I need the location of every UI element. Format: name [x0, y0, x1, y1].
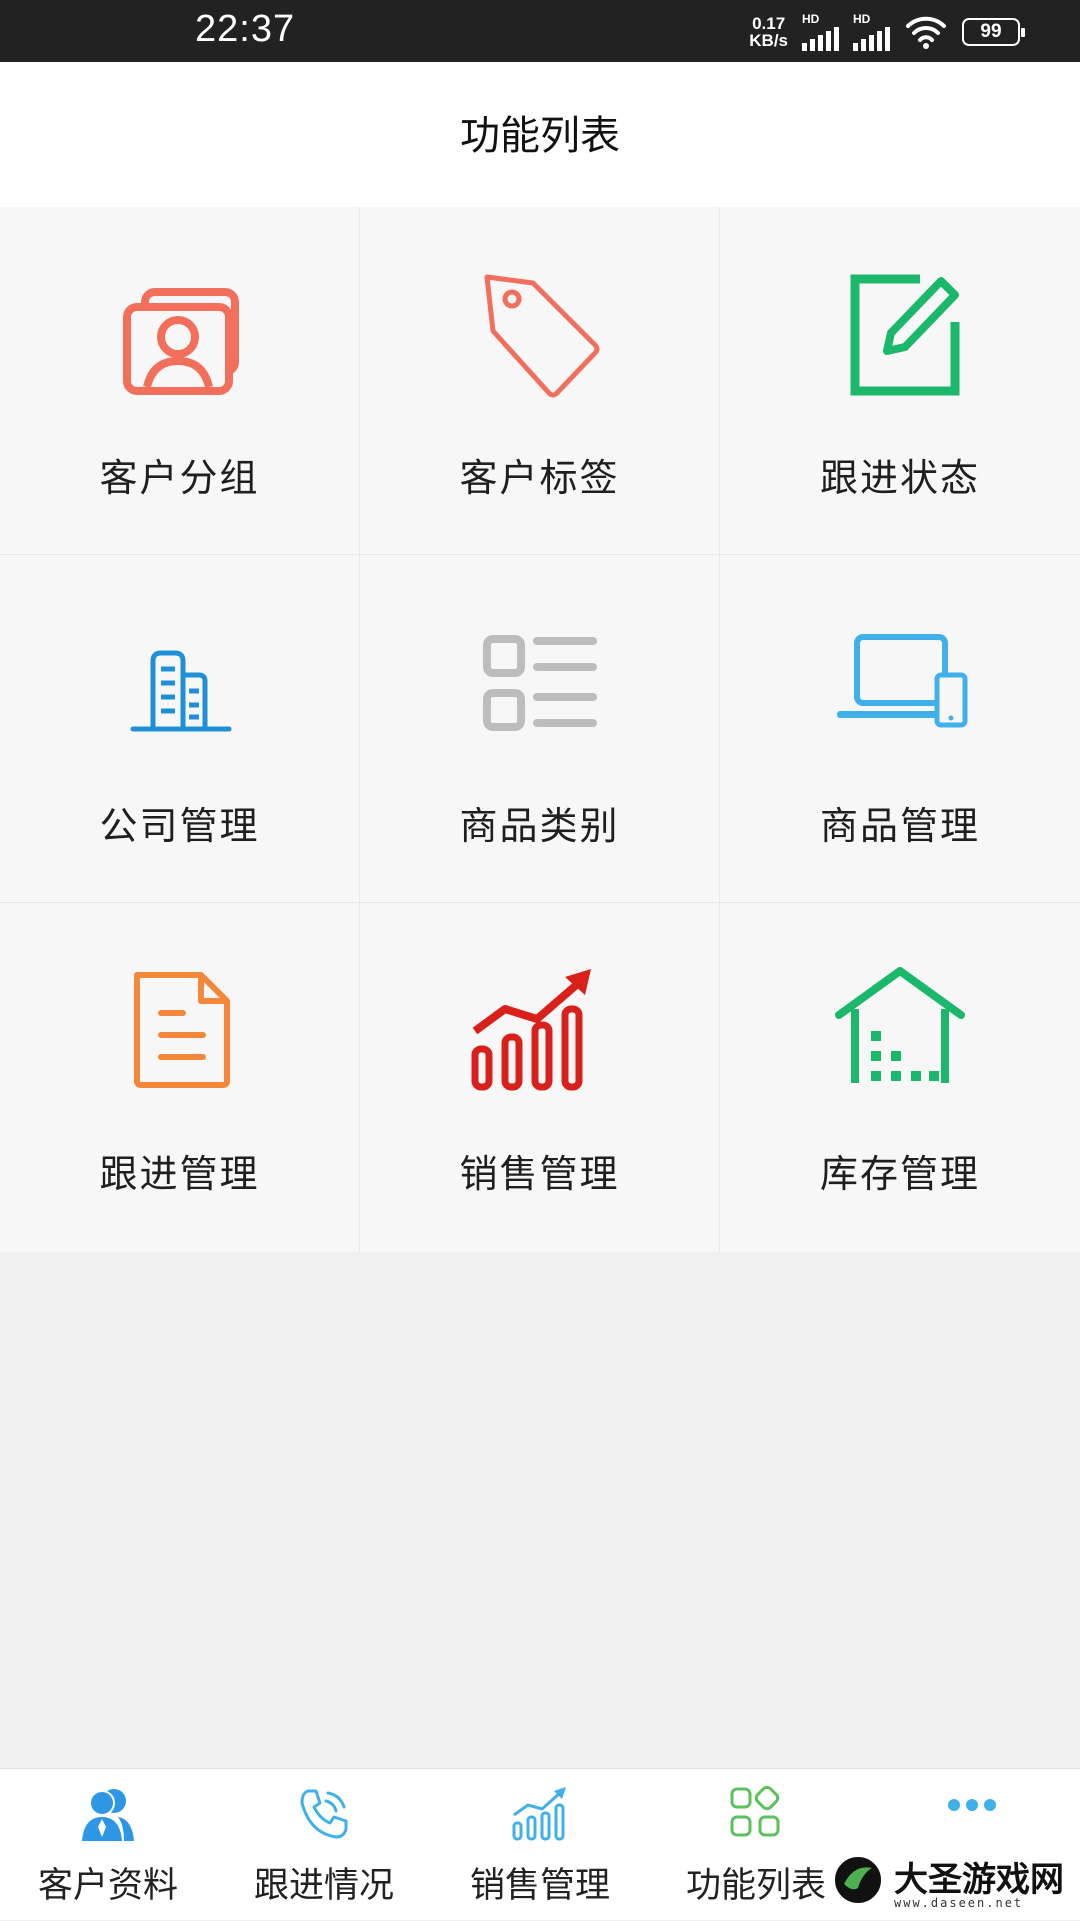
function-label: 销售管理	[459, 1152, 620, 1196]
function-label: 跟进管理	[99, 1152, 260, 1196]
function-label: 商品管理	[819, 804, 980, 848]
bar-chart-icon	[512, 1787, 566, 1841]
document-icon	[105, 953, 255, 1103]
watermark-logo-icon	[833, 1855, 883, 1905]
function-label: 库存管理	[819, 1152, 980, 1196]
function-company-management[interactable]: 公司管理	[0, 555, 360, 903]
function-product-management[interactable]: 商品管理	[720, 555, 1080, 903]
function-follow-status[interactable]: 跟进状态	[720, 207, 1080, 555]
phone-icon	[300, 1789, 348, 1839]
status-bar: 22:37 0.17 KB/s HD HD 99	[0, 0, 1080, 62]
header: 功能列表	[0, 62, 1080, 207]
edit-icon	[825, 257, 975, 407]
status-time: 22:37	[195, 8, 296, 50]
function-customer-tag[interactable]: 客户标签	[360, 207, 720, 555]
watermark: 大圣游戏网 www.daseen.net	[832, 1852, 1072, 1912]
tab-follow-up[interactable]: 跟进情况	[216, 1769, 432, 1921]
function-label: 跟进状态	[819, 456, 980, 500]
tab-sales-management[interactable]: 销售管理	[432, 1769, 648, 1921]
tag-icon	[465, 257, 615, 407]
function-product-category[interactable]: 商品类别	[360, 555, 720, 903]
function-follow-management[interactable]: 跟进管理	[0, 903, 360, 1252]
function-customer-group[interactable]: 客户分组	[0, 207, 360, 555]
list-icon	[465, 605, 615, 755]
network-speed: 0.17 KB/s	[749, 14, 788, 50]
building-icon	[105, 605, 255, 755]
wifi-icon	[906, 16, 946, 49]
tab-label: 跟进情况	[253, 1866, 394, 1906]
laptop-icon	[825, 605, 975, 755]
function-sales-management[interactable]: 销售管理	[360, 903, 720, 1252]
grid-icon	[730, 1785, 780, 1837]
page-title: 功能列表	[460, 112, 620, 159]
tab-label: 客户资料	[37, 1866, 178, 1906]
signal-sim2-icon: HD	[853, 13, 890, 51]
sales-chart-icon	[465, 953, 615, 1103]
contact-card-icon	[105, 257, 255, 407]
more-icon	[948, 1799, 996, 1811]
function-inventory-management[interactable]: 库存管理	[720, 903, 1080, 1252]
watermark-url: www.daseen.net	[894, 1896, 1024, 1910]
status-indicators: 0.17 KB/s HD HD 99	[749, 12, 1025, 52]
function-label: 商品类别	[459, 804, 620, 848]
function-grid: 客户分组 客户标签 跟进状态 公司管理 商品类别 商品管理 跟进管理 销售管理 …	[0, 207, 1080, 1252]
function-label: 公司管理	[99, 804, 260, 848]
battery-icon: 99	[962, 18, 1025, 46]
function-label: 客户分组	[99, 456, 260, 500]
customers-icon	[82, 1789, 134, 1841]
signal-sim1-icon: HD	[802, 13, 839, 51]
function-label: 客户标签	[459, 456, 620, 500]
warehouse-icon	[825, 953, 975, 1103]
tab-customer-info[interactable]: 客户资料	[0, 1769, 216, 1921]
watermark-name: 大圣游戏网	[894, 1860, 1064, 1900]
tab-label: 销售管理	[469, 1866, 610, 1906]
